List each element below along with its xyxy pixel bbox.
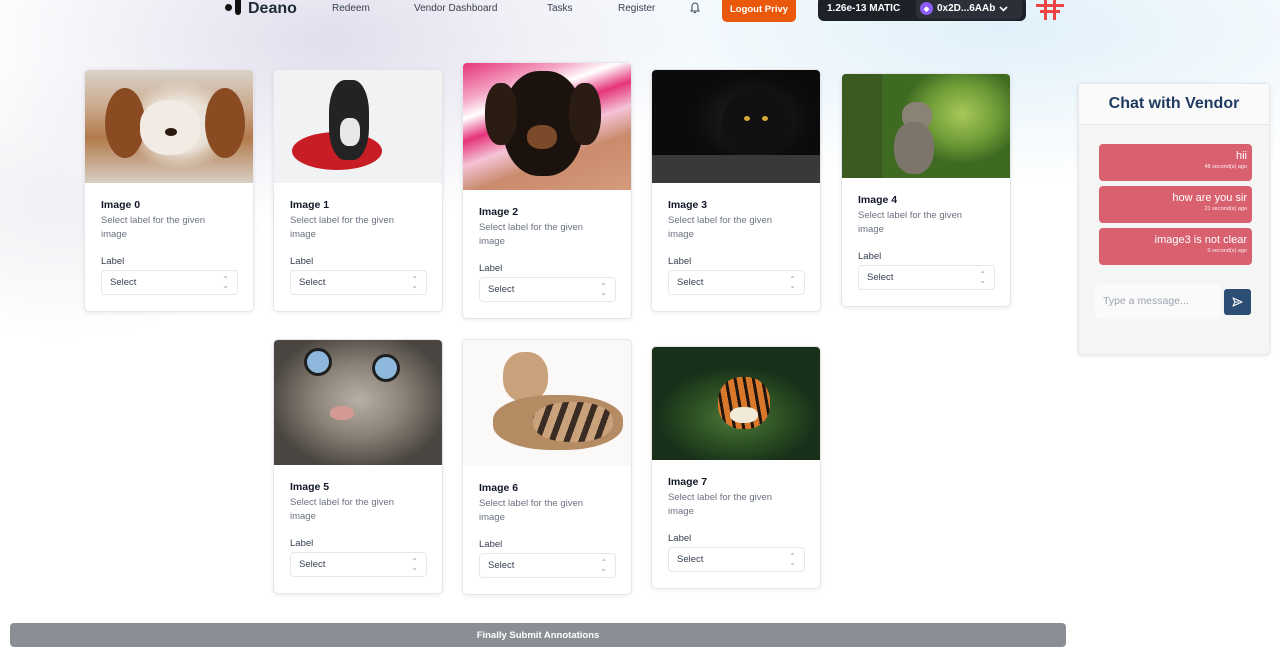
chat-message-input[interactable]: Type a message... bbox=[1095, 284, 1221, 319]
chat-message-time: 21 second(s) ago bbox=[1204, 206, 1248, 212]
card-description: Select label for the given image bbox=[479, 498, 584, 523]
label-select[interactable]: Select ⌃ ⌄ bbox=[858, 265, 995, 290]
card-title: Image 4 bbox=[858, 194, 898, 206]
card-label: Label bbox=[479, 263, 503, 274]
image-card-5: Image 5 Select label for the given image… bbox=[273, 339, 443, 594]
brand-name: Deano bbox=[248, 0, 297, 17]
label-select[interactable]: Select ⌃ ⌄ bbox=[101, 270, 238, 295]
label-select-value: Select bbox=[299, 559, 326, 570]
nav-link-redeem[interactable]: Redeem bbox=[332, 3, 370, 14]
image-card-0: Image 0 Select label for the given image… bbox=[84, 69, 254, 312]
label-select-value: Select bbox=[299, 277, 326, 288]
image-7 bbox=[652, 347, 820, 460]
card-description: Select label for the given image bbox=[858, 210, 963, 235]
chat-message: hii 48 second(s) ago bbox=[1099, 144, 1252, 181]
image-card-3: Image 3 Select label for the given image… bbox=[651, 69, 821, 312]
image-0 bbox=[85, 70, 253, 183]
card-label: Label bbox=[290, 538, 314, 549]
chat-message: image3 is not clear 0 second(s) ago bbox=[1099, 228, 1252, 265]
card-title: Image 1 bbox=[290, 199, 330, 211]
card-title: Image 3 bbox=[668, 199, 708, 211]
image-6 bbox=[463, 340, 631, 466]
wallet-account-button[interactable]: ◆ 0x2D...6AAb bbox=[916, 0, 1022, 19]
label-select[interactable]: Select ⌃ ⌄ bbox=[668, 270, 805, 295]
chevron-up-down-icon: ⌃ ⌄ bbox=[979, 269, 986, 285]
chat-message-time: 48 second(s) ago bbox=[1204, 164, 1248, 170]
card-label: Label bbox=[858, 251, 882, 262]
top-nav: Deano Redeem Vendor Dashboard Tasks Regi… bbox=[0, 0, 1280, 24]
image-card-2: Image 2 Select label for the given image… bbox=[462, 62, 632, 319]
label-select-value: Select bbox=[488, 284, 515, 295]
chevron-down-icon bbox=[999, 5, 1008, 12]
label-select-value: Select bbox=[677, 277, 704, 288]
wallet-address: 0x2D...6AAb bbox=[937, 3, 996, 14]
image-card-7: Image 7 Select label for the given image… bbox=[651, 346, 821, 589]
flag-icon[interactable] bbox=[1036, 0, 1064, 20]
logout-button[interactable]: Logout Privy bbox=[722, 0, 796, 22]
chevron-up-down-icon: ⌃ ⌄ bbox=[789, 274, 796, 290]
label-select[interactable]: Select ⌃ ⌄ bbox=[479, 277, 616, 302]
label-select-value: Select bbox=[488, 560, 515, 571]
chevron-up-down-icon: ⌃ ⌄ bbox=[600, 557, 607, 573]
card-title: Image 0 bbox=[101, 199, 141, 211]
card-title: Image 7 bbox=[668, 476, 708, 488]
image-1 bbox=[274, 70, 442, 183]
nav-link-tasks[interactable]: Tasks bbox=[547, 3, 573, 14]
nav-link-vendor-dashboard[interactable]: Vendor Dashboard bbox=[414, 3, 497, 14]
image-3 bbox=[652, 70, 820, 183]
card-description: Select label for the given image bbox=[479, 222, 584, 247]
wallet-avatar-icon: ◆ bbox=[920, 2, 933, 15]
chat-title: Chat with Vendor bbox=[1079, 84, 1269, 125]
chevron-up-down-icon: ⌃ ⌄ bbox=[222, 274, 229, 290]
label-select[interactable]: Select ⌃ ⌄ bbox=[290, 552, 427, 577]
card-title: Image 5 bbox=[290, 481, 330, 493]
chat-message-text: hii bbox=[1235, 150, 1247, 162]
image-2 bbox=[463, 63, 631, 190]
chevron-up-down-icon: ⌃ ⌄ bbox=[411, 556, 418, 572]
wallet-widget[interactable]: 1.26e-13 MATIC ◆ 0x2D...6AAb bbox=[818, 0, 1026, 21]
chevron-up-down-icon: ⌃ ⌄ bbox=[789, 551, 796, 567]
card-description: Select label for the given image bbox=[101, 215, 206, 240]
chevron-up-down-icon: ⌃ ⌄ bbox=[411, 274, 418, 290]
card-label: Label bbox=[101, 256, 125, 267]
card-description: Select label for the given image bbox=[290, 497, 395, 522]
brand-logo[interactable]: Deano bbox=[225, 0, 297, 18]
vendor-chat-panel: Chat with Vendor hii 48 second(s) ago ho… bbox=[1078, 83, 1270, 355]
chat-message-text: image3 is not clear bbox=[1154, 234, 1247, 246]
card-label: Label bbox=[479, 539, 503, 550]
chat-message: how are you sir 21 second(s) ago bbox=[1099, 186, 1252, 223]
card-label: Label bbox=[668, 533, 692, 544]
send-button[interactable] bbox=[1224, 289, 1251, 315]
bell-icon[interactable] bbox=[690, 2, 700, 14]
card-title: Image 2 bbox=[479, 206, 519, 218]
chat-message-time: 0 second(s) ago bbox=[1207, 248, 1247, 254]
image-card-4: Image 4 Select label for the given image… bbox=[841, 73, 1011, 307]
image-card-6: Image 6 Select label for the given image… bbox=[462, 339, 632, 595]
label-select-value: Select bbox=[867, 272, 894, 283]
brand-logo-icon bbox=[225, 0, 243, 17]
image-5 bbox=[274, 340, 442, 465]
nav-link-register[interactable]: Register bbox=[618, 3, 655, 14]
card-description: Select label for the given image bbox=[668, 215, 773, 240]
wallet-balance: 1.26e-13 MATIC bbox=[827, 3, 901, 14]
chat-message-text: how are you sir bbox=[1172, 192, 1247, 204]
label-select[interactable]: Select ⌃ ⌄ bbox=[479, 553, 616, 578]
image-4 bbox=[842, 74, 1010, 178]
card-description: Select label for the given image bbox=[290, 215, 395, 240]
send-icon bbox=[1232, 297, 1243, 307]
label-select-value: Select bbox=[110, 277, 137, 288]
label-select-value: Select bbox=[677, 554, 704, 565]
label-select[interactable]: Select ⌃ ⌄ bbox=[668, 547, 805, 572]
card-label: Label bbox=[290, 256, 314, 267]
card-description: Select label for the given image bbox=[668, 492, 773, 517]
label-select[interactable]: Select ⌃ ⌄ bbox=[290, 270, 427, 295]
submit-annotations-button[interactable]: Finally Submit Annotations bbox=[10, 623, 1066, 647]
card-label: Label bbox=[668, 256, 692, 267]
card-title: Image 6 bbox=[479, 482, 519, 494]
image-card-1: Image 1 Select label for the given image… bbox=[273, 69, 443, 312]
chevron-up-down-icon: ⌃ ⌄ bbox=[600, 281, 607, 297]
